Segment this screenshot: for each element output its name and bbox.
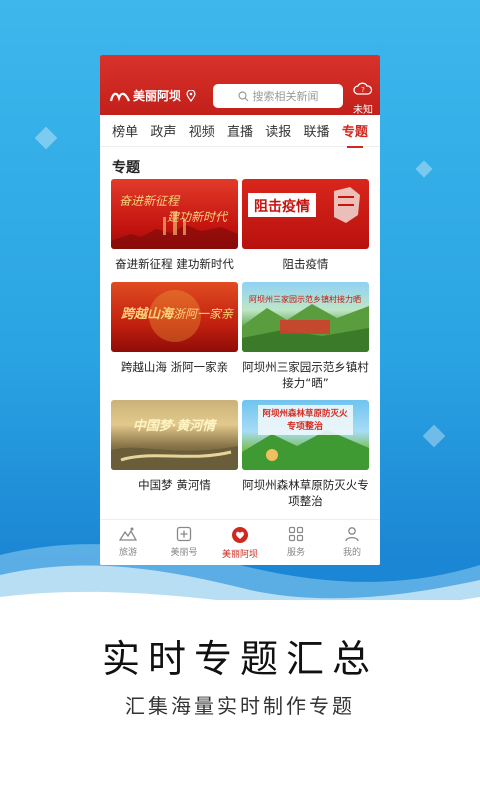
channel-tabs: 榜单 政声 视频 直播 读报 联播 专题 [100, 115, 380, 148]
thumbnail-art: 阿坝州森林草原防灭火 专项整治 [242, 405, 369, 470]
topic-card[interactable]: 奋进新征程 建功新时代 奋进新征程 建功新时代 [111, 179, 238, 282]
svg-text:?: ? [361, 86, 365, 94]
tab-broadcast[interactable]: 联播 [297, 121, 335, 140]
nav-label: 服务 [286, 548, 305, 558]
nav-label: 我的 [342, 548, 361, 558]
svg-text:专项整治: 专项整治 [287, 420, 323, 432]
topic-thumbnail: 奋进新征程 建功新时代 [111, 179, 238, 249]
app-header: 美丽阿坝 搜索相关新闻 ? 未知 [100, 55, 380, 116]
tab-video[interactable]: 视频 [183, 121, 221, 140]
thumbnail-art: 中国梦·黄河情 [111, 418, 238, 470]
thumbnail-art: 跨越山海 浙阿一家亲 [121, 290, 234, 342]
nav-label: 美丽号 [170, 548, 198, 558]
user-icon [345, 527, 359, 542]
heart-circle-icon [232, 527, 248, 543]
decor-diamond-right-bottom [422, 424, 446, 448]
tab-newspaper[interactable]: 读报 [259, 121, 297, 140]
thumbnail-art: 奋进新征程 建功新时代 [111, 194, 238, 249]
topic-thumbnail: 阻击疫情 [242, 179, 369, 249]
svg-text:阿坝州三家园示范乡镇村接力晒: 阿坝州三家园示范乡镇村接力晒 [249, 294, 361, 304]
search-input[interactable]: 搜索相关新闻 [213, 84, 343, 108]
tab-zhengsheng[interactable]: 政声 [144, 121, 182, 140]
location-icon[interactable] [186, 89, 196, 102]
topic-thumbnail: 阿坝州三家园示范乡镇村接力晒 [242, 282, 369, 352]
topic-card[interactable]: 阿坝州森林草原防灭火 专项整治 阿坝州森林草原防灭火专项整治 [242, 400, 369, 518]
tab-bangdan[interactable]: 榜单 [106, 121, 144, 140]
search-placeholder: 搜索相关新闻 [252, 90, 319, 103]
bottom-nav: 旅游 美丽号 美丽阿坝 服务 我的 [100, 519, 380, 565]
svg-text:奋进新征程: 奋进新征程 [119, 194, 181, 208]
nav-meilihao[interactable]: 美丽号 [156, 520, 212, 565]
svg-text:中国梦·黄河情: 中国梦·黄河情 [133, 418, 218, 434]
decor-diamond-right-top [415, 160, 433, 178]
nav-label: 美丽阿坝 [221, 550, 258, 560]
section-title: 专题 [112, 160, 140, 176]
topic-caption: 跨越山海 浙阿一家亲 [120, 360, 229, 374]
grid-icon [288, 526, 304, 542]
weather-widget[interactable]: ? 未知 [351, 81, 375, 116]
svg-text:阻击疫情: 阻击疫情 [254, 198, 310, 215]
plus-square-icon [176, 526, 192, 542]
nav-label: 旅游 [118, 548, 137, 558]
topic-caption: 阻击疫情 [282, 257, 329, 271]
nav-travel[interactable]: 旅游 [100, 520, 156, 565]
topic-caption: 奋进新征程 建功新时代 [115, 257, 234, 271]
nav-home[interactable]: 美丽阿坝 [212, 520, 268, 565]
topic-grid: 奋进新征程 建功新时代 奋进新征程 建功新时代 阻击疫情 阻击疫情 跨越山海 浙… [100, 179, 380, 518]
svg-text:建功新时代: 建功新时代 [167, 210, 229, 224]
topic-thumbnail: 跨越山海 浙阿一家亲 [111, 282, 238, 352]
tab-topics[interactable]: 专题 [336, 121, 374, 148]
topic-thumbnail: 阿坝州森林草原防灭火 专项整治 [242, 400, 369, 470]
nav-service[interactable]: 服务 [268, 520, 324, 565]
mountain-icon [119, 527, 137, 541]
phone-screen: 美丽阿坝 搜索相关新闻 ? 未知 榜单 政声 视频 直播 读报 联播 专题 专题… [100, 55, 380, 565]
nav-profile[interactable]: 我的 [324, 520, 380, 565]
svg-text:跨越山海: 跨越山海 [121, 306, 175, 322]
logo-icon [110, 92, 130, 101]
thumbnail-art: 阻击疫情 [248, 187, 360, 223]
topic-caption: 阿坝州三家园示范乡镇村接力“晒” [242, 360, 369, 390]
promo-title: 实时专题汇总 [101, 637, 378, 681]
cloud-question-icon: ? [353, 82, 373, 95]
topic-caption: 阿坝州森林草原防灭火专项整治 [242, 478, 369, 508]
app-logo[interactable]: 美丽阿坝 [110, 87, 196, 104]
decor-diamond-left [34, 126, 58, 150]
tab-live[interactable]: 直播 [221, 121, 259, 140]
topic-card[interactable]: 阻击疫情 阻击疫情 [242, 179, 369, 282]
topic-card[interactable]: 阿坝州三家园示范乡镇村接力晒 阿坝州三家园示范乡镇村接力“晒” [242, 282, 369, 400]
promo-subtitle: 汇集海量实时制作专题 [125, 694, 355, 718]
topic-thumbnail: 中国梦·黄河情 [111, 400, 238, 470]
thumbnail-art: 阿坝州三家园示范乡镇村接力晒 [242, 294, 369, 352]
topic-card[interactable]: 中国梦·黄河情 中国梦 黄河情 [111, 400, 238, 518]
weather-text: 未知 [353, 105, 373, 116]
svg-text:阿坝州森林草原防灭火: 阿坝州森林草原防灭火 [262, 408, 348, 419]
search-icon [237, 90, 248, 101]
topic-caption: 中国梦 黄河情 [138, 478, 211, 492]
logo-text: 美丽阿坝 [133, 89, 182, 103]
topic-card[interactable]: 跨越山海 浙阿一家亲 跨越山海 浙阿一家亲 [111, 282, 238, 400]
svg-text:浙阿一家亲: 浙阿一家亲 [173, 307, 234, 321]
